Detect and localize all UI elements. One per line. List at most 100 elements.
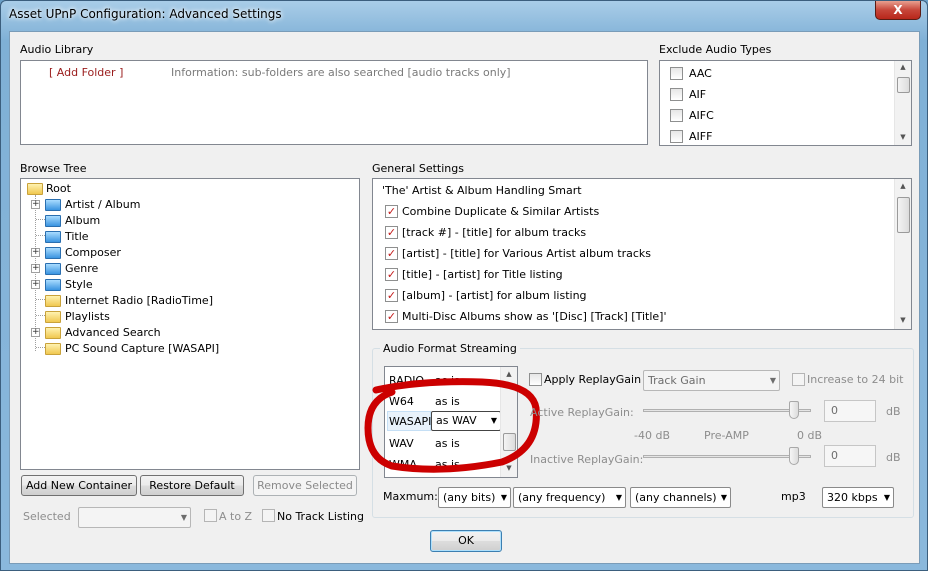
frequency-value: (any frequency) <box>518 491 606 504</box>
tree-item-style[interactable]: Style <box>65 278 93 291</box>
scroll-up-icon[interactable]: ▲ <box>502 370 516 378</box>
folder-blue-icon <box>45 199 61 211</box>
restore-default-button[interactable]: Restore Default <box>140 475 244 496</box>
scale-min: -40 dB <box>634 429 670 442</box>
chevron-down-icon: ▼ <box>615 493 622 502</box>
selected-label: Selected <box>23 510 71 523</box>
expand-icon[interactable]: + <box>31 280 40 289</box>
exclude-aif-checkbox[interactable] <box>670 88 683 101</box>
chevron-down-icon: ▼ <box>769 376 776 385</box>
setting-label: [album] - [artist] for album listing <box>402 289 587 302</box>
artist-album-handling[interactable]: 'The' Artist & Album Handling Smart <box>382 184 582 197</box>
replaygain-mode-dropdown[interactable]: Track Gain ▼ <box>643 370 780 391</box>
artist-title-checkbox[interactable]: ✓ <box>385 247 398 260</box>
tree-item-album[interactable]: Album <box>65 214 100 227</box>
folder-yellow-icon <box>45 343 61 355</box>
track-title-checkbox[interactable]: ✓ <box>385 226 398 239</box>
album-artist-checkbox[interactable]: ✓ <box>385 289 398 302</box>
audio-library-label: Audio Library <box>20 43 94 56</box>
general-scrollbar[interactable]: ▲ ▼ <box>894 179 911 329</box>
expand-icon[interactable]: + <box>31 328 40 337</box>
expand-icon[interactable]: + <box>31 200 40 209</box>
active-replaygain-slider[interactable] <box>643 409 811 412</box>
window-title: Asset UPnP Configuration: Advanced Setti… <box>9 7 282 21</box>
folder-yellow-icon <box>45 311 61 323</box>
exclude-scrollbar[interactable]: ▲ ▼ <box>894 61 911 145</box>
inactive-gain-input[interactable]: 0 <box>824 445 876 467</box>
bits-dropdown[interactable]: (any bits) ▼ <box>438 487 511 508</box>
setting-label: [title] - [artist] for Title listing <box>402 268 563 281</box>
mp3-label: mp3 <box>781 490 806 503</box>
channels-dropdown[interactable]: (any channels) ▼ <box>630 487 731 508</box>
exclude-aifc-checkbox[interactable] <box>670 109 683 122</box>
chevron-down-icon: ▼ <box>180 513 187 522</box>
setting-label: Combine Duplicate & Similar Artists <box>402 205 600 218</box>
apply-replaygain-label: Apply ReplayGain <box>544 373 642 386</box>
scroll-thumb[interactable] <box>897 77 910 93</box>
combine-artists-checkbox[interactable]: ✓ <box>385 205 398 218</box>
db-unit: dB <box>886 405 901 418</box>
maximum-label: Maxmum: <box>383 490 438 503</box>
frequency-dropdown[interactable]: (any frequency) ▼ <box>513 487 626 508</box>
tree-item-playlists[interactable]: Playlists <box>65 310 110 323</box>
exclude-types-label: Exclude Audio Types <box>659 43 772 56</box>
browse-tree[interactable]: Root + Artist / Album Album Title + Comp… <box>20 178 360 470</box>
tree-item-root[interactable]: Root <box>46 182 71 195</box>
selected-dropdown[interactable]: ▼ <box>78 507 191 528</box>
tree-item-artist-album[interactable]: Artist / Album <box>65 198 140 211</box>
tree-line <box>36 299 45 300</box>
inactive-slider-knob[interactable] <box>789 447 800 465</box>
tree-line <box>36 235 45 236</box>
tree-item-composer[interactable]: Composer <box>65 246 121 259</box>
replaygain-mode-value: Track Gain <box>648 374 706 387</box>
title-artist-checkbox[interactable]: ✓ <box>385 268 398 281</box>
inactive-replaygain-slider[interactable] <box>643 455 811 458</box>
tree-item-title[interactable]: Title <box>65 230 89 243</box>
tree-item-pc-sound-capture[interactable]: PC Sound Capture [WASAPI] <box>65 342 219 355</box>
tree-item-genre[interactable]: Genre <box>65 262 98 275</box>
inactive-replaygain-label: Inactive ReplayGain: <box>530 453 644 466</box>
active-gain-input[interactable]: 0 <box>824 400 876 422</box>
audio-library-info: Information: sub-folders are also search… <box>171 66 511 79</box>
no-track-listing-checkbox[interactable] <box>262 509 275 522</box>
apply-replaygain-checkbox[interactable] <box>529 373 542 386</box>
add-folder-link[interactable]: [ Add Folder ] <box>49 66 123 79</box>
exclude-type-label: AAC <box>689 67 712 80</box>
scroll-thumb[interactable] <box>897 197 910 233</box>
expand-icon[interactable]: + <box>31 264 40 273</box>
folder-blue-icon <box>45 263 61 275</box>
tree-item-advanced-search[interactable]: Advanced Search <box>65 326 161 339</box>
folder-blue-icon <box>45 279 61 291</box>
expand-icon[interactable]: + <box>31 248 40 257</box>
exclude-type-label: AIFC <box>689 109 714 122</box>
general-settings-list[interactable]: 'The' Artist & Album Handling Smart ✓ Co… <box>372 178 912 330</box>
active-slider-knob[interactable] <box>789 401 800 419</box>
a-to-z-label: A to Z <box>219 510 253 523</box>
bits-value: (any bits) <box>443 491 496 504</box>
ok-button[interactable]: OK <box>430 530 502 552</box>
folder-yellow-icon <box>45 327 61 339</box>
exclude-aiff-checkbox[interactable] <box>670 130 683 143</box>
close-button[interactable]: X <box>875 1 921 20</box>
chevron-down-icon: ▼ <box>720 493 727 502</box>
scroll-down-icon[interactable]: ▼ <box>896 133 910 141</box>
tree-item-internet-radio[interactable]: Internet Radio [RadioTime] <box>65 294 213 307</box>
exclude-types-list[interactable]: AAC AIF AIFC AIFF ▲ ▼ <box>659 60 912 146</box>
browse-tree-label: Browse Tree <box>20 162 87 175</box>
tree-line <box>36 219 45 220</box>
root-folder-icon <box>27 183 43 195</box>
general-settings-label: General Settings <box>372 162 464 175</box>
add-new-container-button[interactable]: Add New Container <box>21 475 137 496</box>
a-to-z-checkbox[interactable] <box>204 509 217 522</box>
folder-blue-icon <box>45 247 61 259</box>
bitrate-dropdown[interactable]: 320 kbps ▼ <box>822 487 894 508</box>
exclude-aac-checkbox[interactable] <box>670 67 683 80</box>
scroll-down-icon[interactable]: ▼ <box>896 316 910 324</box>
exclude-type-label: AIF <box>689 88 707 101</box>
increase-24bit-checkbox[interactable] <box>792 373 805 386</box>
multi-disc-checkbox[interactable]: ✓ <box>385 310 398 323</box>
remove-selected-button[interactable]: Remove Selected <box>253 475 357 496</box>
scroll-up-icon[interactable]: ▲ <box>896 63 910 71</box>
audio-library-list[interactable]: [ Add Folder ] Information: sub-folders … <box>20 60 648 145</box>
scroll-up-icon[interactable]: ▲ <box>896 182 910 190</box>
